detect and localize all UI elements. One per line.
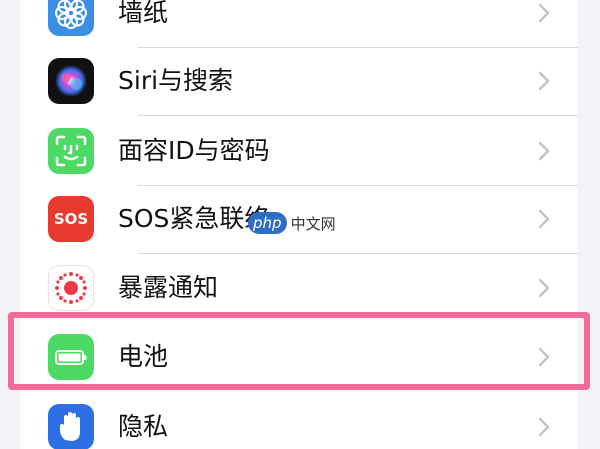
watermark-text: 中文网	[290, 214, 336, 233]
settings-row-label: SOS紧急联络	[118, 204, 270, 233]
chevron-right-icon	[538, 417, 550, 437]
settings-row-label: Siri与搜索	[118, 66, 234, 95]
chevron-right-icon	[538, 209, 550, 229]
settings-row-wallpaper[interactable]: 墙纸	[20, 0, 578, 48]
watermark-badge: php	[248, 212, 287, 234]
sos-icon-text: SOS	[53, 210, 89, 228]
chevron-right-icon	[538, 278, 550, 298]
chevron-right-icon	[538, 71, 550, 91]
chevron-right-icon	[538, 3, 550, 23]
battery-row-highlight	[8, 312, 590, 390]
settings-row-label: 面容ID与密码	[118, 136, 270, 165]
settings-row-siri[interactable]: Siri与搜索	[20, 46, 578, 116]
sos-icon: SOS	[48, 196, 94, 242]
privacy-hand-icon	[48, 404, 94, 449]
settings-row-face-id[interactable]: 面容ID与密码	[20, 116, 578, 186]
wallpaper-flower-icon	[48, 0, 94, 36]
settings-row-label: 隐私	[118, 412, 169, 441]
settings-row-label: 墙纸	[118, 0, 169, 27]
settings-row-privacy[interactable]: 隐私	[20, 392, 578, 449]
exposure-notification-icon	[48, 265, 94, 311]
face-id-icon	[48, 128, 94, 174]
siri-orb-icon	[48, 58, 94, 104]
settings-screen: 墙纸 Siri与搜索 面容ID与密码 SOS SOS紧急联络 暴露通知 电池 隐…	[0, 0, 600, 449]
watermark: php 中文网	[248, 208, 336, 238]
chevron-right-icon	[538, 141, 550, 161]
